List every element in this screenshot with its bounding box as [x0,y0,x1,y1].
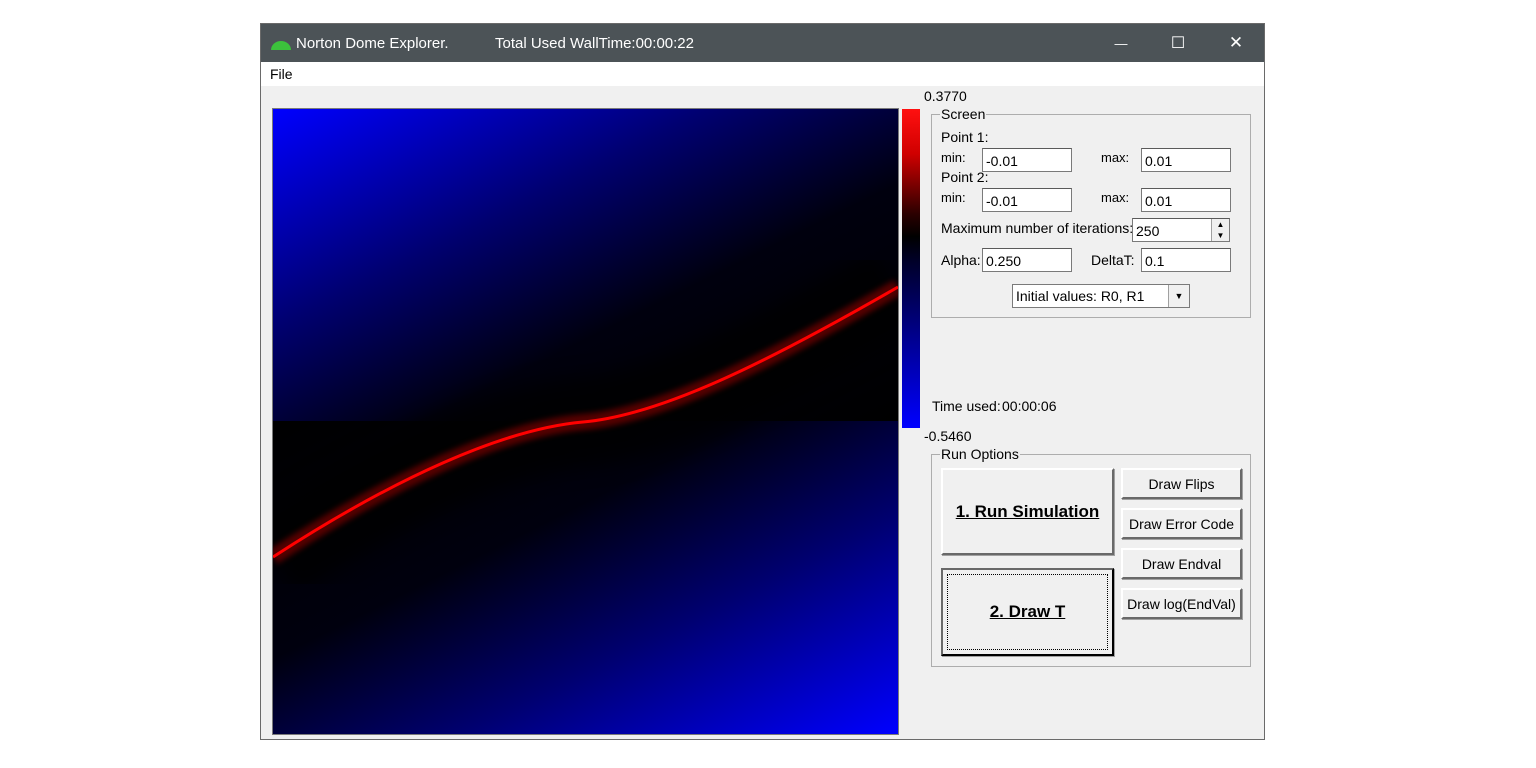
iterations-label: Maximum number of iterations: [941,220,1134,236]
p2-min-input[interactable]: -0.01 [982,188,1072,212]
time-used-label: Time used: [932,398,1001,414]
point1-label: Point 1: [941,129,989,145]
alpha-input[interactable]: 0.250 [982,248,1072,272]
screen-group-title: Screen [940,106,987,122]
initial-values-select[interactable]: Initial values: R0, R1 ▼ [1012,284,1190,308]
draw-flips-button[interactable]: Draw Flips [1121,468,1242,499]
colorbar [902,109,920,428]
window-title: Norton Dome Explorer. [296,35,449,52]
point2-label: Point 2: [941,169,989,185]
walltime-readout: Total Used WallTime:00:00:22 [495,35,694,52]
close-button[interactable]: ✕ [1207,24,1265,62]
deltat-label: DeltaT: [1091,252,1135,268]
app-window: Norton Dome Explorer. Total Used WallTim… [260,23,1265,740]
draw-log-endval-button[interactable]: Draw log(EndVal) [1121,588,1242,619]
p1-max-input[interactable]: 0.01 [1141,148,1231,172]
p1-min-input[interactable]: -0.01 [982,148,1072,172]
p2-min-label: min: [941,190,966,205]
screen-groupbox: Screen Point 1: min: -0.01 max: 0.01 Poi… [931,106,1251,318]
focus-rect [947,574,1108,650]
draw-endval-button[interactable]: Draw Endval [1121,548,1242,579]
alpha-label: Alpha: [941,252,981,268]
minimize-icon: — [1114,35,1128,51]
iterations-value: 250 [1136,223,1160,239]
maximize-icon: ☐ [1170,35,1186,52]
spin-down-icon[interactable]: ▼ [1212,230,1229,241]
draw-flips-label: Draw Flips [1148,475,1215,492]
draw-error-code-label: Draw Error Code [1128,515,1235,532]
simulation-canvas[interactable] [272,108,899,735]
close-icon: ✕ [1228,33,1244,52]
draw-t-button[interactable]: 2. Draw T [941,568,1114,656]
run-options-groupbox: Run Options 1. Run Simulation 2. Draw T … [931,446,1251,667]
dome-icon [271,41,291,50]
run-simulation-button[interactable]: 1. Run Simulation [941,468,1114,555]
draw-log-endval-label: Draw log(EndVal) [1127,595,1236,612]
iterations-spinner[interactable]: 250 ▲ ▼ [1132,218,1230,242]
colorbar-min-label: -0.5460 [924,428,972,444]
colorbar-max-label: 0.3770 [924,88,967,104]
minimize-button[interactable]: — [1092,24,1150,62]
menu-bar: File [261,62,1264,86]
title-bar[interactable]: Norton Dome Explorer. Total Used WallTim… [261,24,1264,62]
p2-max-input[interactable]: 0.01 [1141,188,1231,212]
deltat-input[interactable]: 0.1 [1141,248,1231,272]
maximize-button[interactable]: ☐ [1149,24,1207,62]
draw-endval-label: Draw Endval [1141,555,1222,572]
draw-error-code-button[interactable]: Draw Error Code [1121,508,1242,539]
chevron-down-icon[interactable]: ▼ [1168,285,1189,307]
p1-min-label: min: [941,150,966,165]
spin-buttons[interactable]: ▲ ▼ [1211,219,1229,241]
time-used-value: 00:00:06 [1002,398,1057,414]
run-options-title: Run Options [940,446,1020,462]
initial-values-value: Initial values: R0, R1 [1016,288,1145,304]
p2-max-label: max: [1101,190,1130,205]
run-simulation-label: 1. Run Simulation [955,501,1100,521]
menu-file[interactable]: File [270,66,293,82]
spin-up-icon[interactable]: ▲ [1212,219,1229,230]
p1-max-label: max: [1101,150,1130,165]
